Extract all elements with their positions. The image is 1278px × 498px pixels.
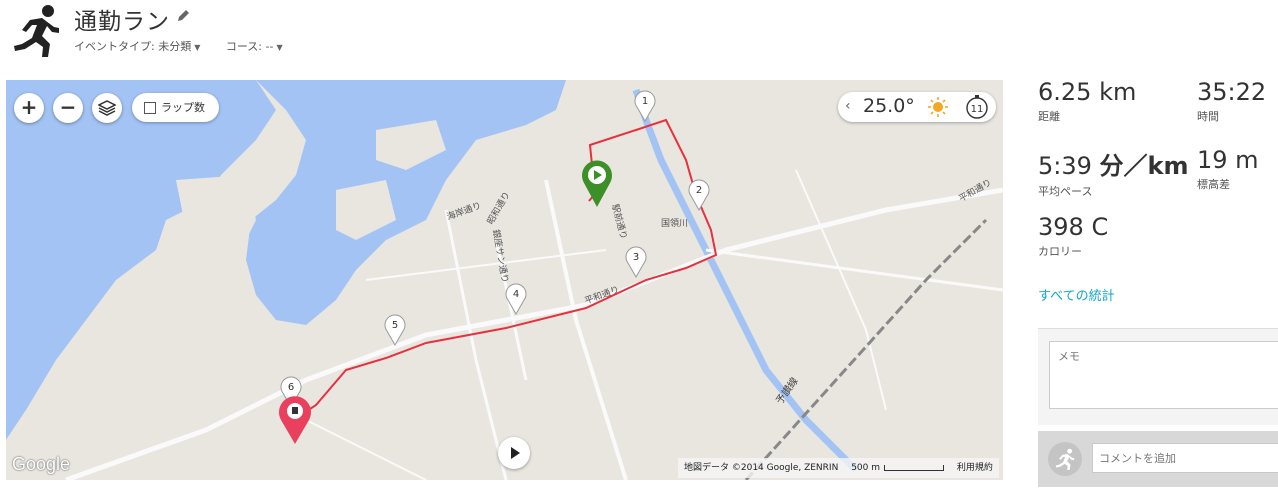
lap-marker: 1 2 3 4 5 6 xyxy=(280,90,710,409)
runner-logo-icon xyxy=(14,5,59,57)
notes-panel xyxy=(1038,328,1278,425)
pace-value: 5:39 xyxy=(1038,152,1092,180)
chevron-left-icon[interactable]: ‹ xyxy=(845,98,851,114)
pace-label: 平均ペース xyxy=(1038,185,1093,198)
course-label: コース: -- xyxy=(225,40,274,53)
zoom-in-button[interactable]: + xyxy=(14,93,44,123)
distance-stat: 6.25 km 距離 xyxy=(1038,78,1136,124)
finish-pin-icon xyxy=(279,396,311,444)
svg-text:5: 5 xyxy=(392,320,398,331)
lap-toggle-label: ラップ数 xyxy=(161,101,205,114)
time-label: 時間 xyxy=(1197,110,1219,123)
elevation-stat: 19 m 標高差 xyxy=(1197,146,1259,192)
calories-stat: 398 C カロリー xyxy=(1038,213,1108,259)
svg-text:11: 11 xyxy=(971,104,984,115)
lap-markers-layer: 1 2 3 4 5 6 xyxy=(279,90,710,444)
pace-stat: 5:39 分／km 平均ペース xyxy=(1038,146,1189,199)
lap-toggle[interactable]: ラップ数 xyxy=(132,93,219,122)
svg-text:3: 3 xyxy=(633,252,639,263)
terms-link[interactable]: 利用規約 xyxy=(957,463,993,473)
svg-text:2: 2 xyxy=(696,185,702,196)
activity-title: 通勤ラン xyxy=(74,9,170,35)
elevation-value: 19 m xyxy=(1197,146,1259,174)
zoom-out-button[interactable]: − xyxy=(53,93,83,123)
avatar xyxy=(1048,442,1082,476)
activity-meta: イベントタイプ: 未分類 ▼ コース: -- ▼ xyxy=(74,38,305,54)
time-value: 35:22 xyxy=(1197,78,1267,106)
svg-text:6: 6 xyxy=(288,382,294,393)
all-stats-link[interactable]: すべての統計 xyxy=(1038,285,1115,304)
replay-button[interactable] xyxy=(498,437,530,469)
calories-value: 398 C xyxy=(1038,213,1109,241)
calories-label: カロリー xyxy=(1038,245,1082,258)
event-type-dropdown[interactable]: イベントタイプ: 未分類 ▼ xyxy=(74,38,200,54)
start-pin-icon xyxy=(582,160,612,207)
scale-label: 500 m xyxy=(851,463,880,473)
pencil-icon[interactable] xyxy=(176,9,190,23)
memo-textarea[interactable] xyxy=(1049,341,1278,409)
svg-text:4: 4 xyxy=(513,289,519,300)
layers-button[interactable] xyxy=(92,93,122,123)
chevron-down-icon: ▼ xyxy=(194,43,201,52)
attribution-text: 地図データ ©2014 Google, ZENRIN xyxy=(684,463,839,473)
lap-checkbox[interactable] xyxy=(144,102,156,114)
runner-avatar-icon xyxy=(1055,448,1075,470)
svg-text:1: 1 xyxy=(642,96,648,107)
course-dropdown[interactable]: コース: -- ▼ xyxy=(226,38,283,54)
play-icon xyxy=(511,447,520,459)
comment-input[interactable] xyxy=(1092,443,1278,473)
sun-icon xyxy=(928,97,948,117)
distance-value: 6.25 km xyxy=(1038,78,1137,106)
weather-widget: ‹ 25.0° 11 xyxy=(838,92,996,122)
route-map[interactable]: 海岸通り 昭和通り 銀座サン通り 駅前通り 国領川 平和通り 平和通り 予讃線 … xyxy=(6,80,1003,480)
google-logo: Google xyxy=(12,454,71,474)
distance-label: 距離 xyxy=(1038,110,1060,123)
map-attribution: 地図データ ©2014 Google, ZENRIN 500 m 利用規約 xyxy=(678,458,999,478)
pace-unit: 分／km xyxy=(1099,152,1189,180)
temperature: 25.0° xyxy=(863,95,915,117)
layers-icon xyxy=(97,100,117,116)
chevron-down-icon: ▼ xyxy=(276,43,283,52)
elevation-label: 標高差 xyxy=(1197,178,1230,191)
event-type-label: イベントタイプ: 未分類 xyxy=(74,40,192,53)
timer-icon[interactable]: 11 xyxy=(965,95,989,119)
comment-bar xyxy=(1038,431,1278,487)
scale-bar xyxy=(884,464,944,471)
time-stat: 35:22 時間 xyxy=(1197,78,1266,124)
